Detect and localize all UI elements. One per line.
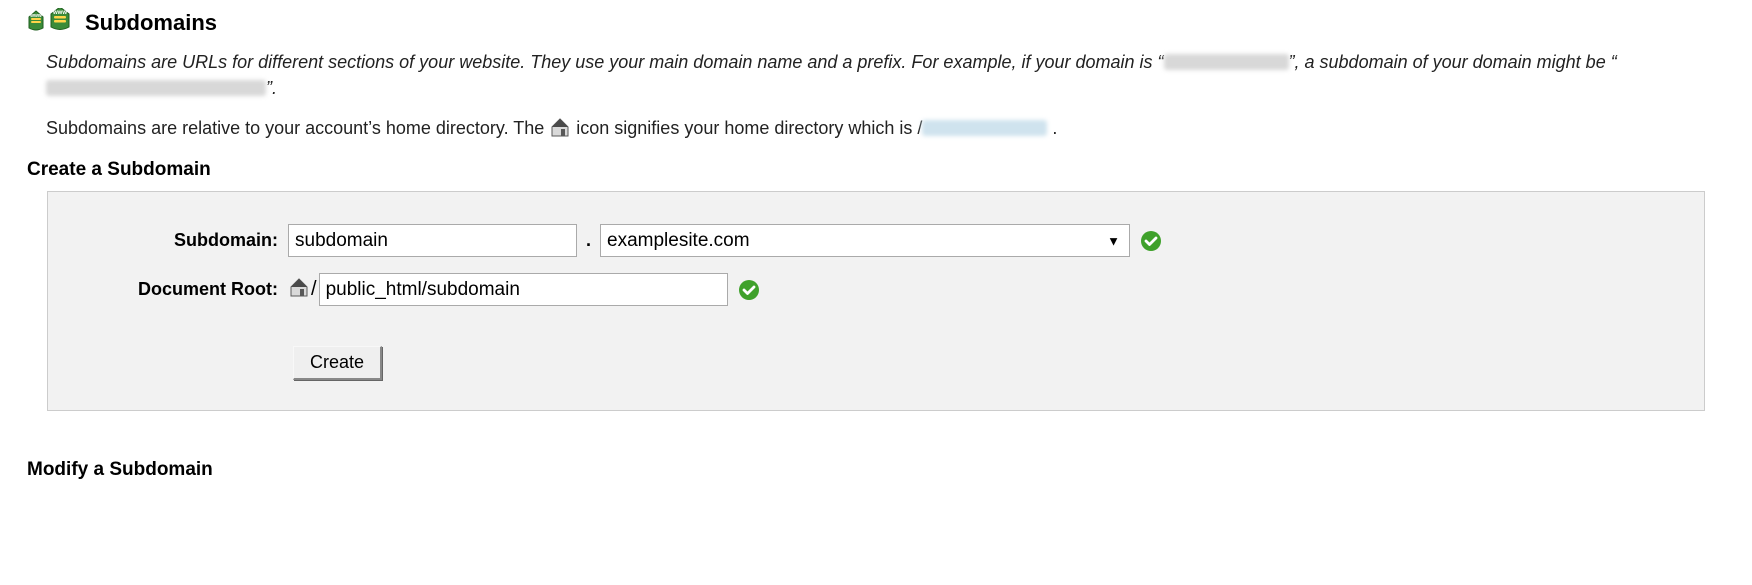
svg-text:www: www bbox=[52, 10, 67, 16]
subdomain-row: Subdomain: . examplesite.com bbox=[68, 224, 1684, 257]
check-icon bbox=[738, 279, 760, 301]
redacted-domain bbox=[1164, 54, 1289, 70]
page-title: Subdomains bbox=[85, 10, 217, 36]
intro-line-1: Subdomains are URLs for different sectio… bbox=[46, 49, 1707, 101]
button-row: Create bbox=[68, 346, 1684, 380]
create-button[interactable]: Create bbox=[293, 346, 382, 380]
subdomain-label: Subdomain: bbox=[68, 230, 288, 251]
intro-text: Subdomains are URLs for different sectio… bbox=[46, 49, 1707, 145]
intro-line-2: Subdomains are relative to your account’… bbox=[46, 115, 1707, 145]
intro-line-1b: ”, a subdomain of your domain might be “ bbox=[1289, 52, 1617, 72]
docroot-input[interactable] bbox=[319, 273, 728, 306]
slash: / bbox=[311, 278, 317, 301]
intro-line-2c: . bbox=[1047, 118, 1057, 138]
intro-line-2a: Subdomains are relative to your account’… bbox=[46, 118, 549, 138]
svg-text:www: www bbox=[29, 13, 42, 19]
page-title-row: www www Subdomains bbox=[25, 8, 1727, 38]
home-icon bbox=[549, 117, 571, 145]
home-prefix: / bbox=[288, 277, 317, 303]
create-heading: Create a Subdomain bbox=[27, 159, 1727, 181]
intro-line-1a: Subdomains are URLs for different sectio… bbox=[46, 52, 1164, 72]
domain-select-wrap: examplesite.com bbox=[600, 224, 1130, 257]
modify-heading: Modify a Subdomain bbox=[27, 459, 1727, 481]
docroot-label: Document Root: bbox=[68, 279, 288, 300]
subdomains-icon: www www bbox=[25, 8, 75, 38]
docroot-row: Document Root: / bbox=[68, 273, 1684, 306]
domain-select[interactable]: examplesite.com bbox=[600, 224, 1130, 257]
intro-line-1c: ”. bbox=[266, 78, 277, 98]
intro-line-2b: icon signifies your home directory which… bbox=[571, 118, 922, 138]
redacted-home-dir bbox=[922, 120, 1047, 136]
redacted-subdomain bbox=[46, 80, 266, 96]
create-subdomain-form: Subdomain: . examplesite.com Document Ro… bbox=[47, 191, 1705, 411]
subdomain-input[interactable] bbox=[288, 224, 577, 257]
check-icon bbox=[1140, 230, 1162, 252]
home-icon bbox=[288, 277, 310, 303]
dot-separator: . bbox=[586, 230, 591, 251]
